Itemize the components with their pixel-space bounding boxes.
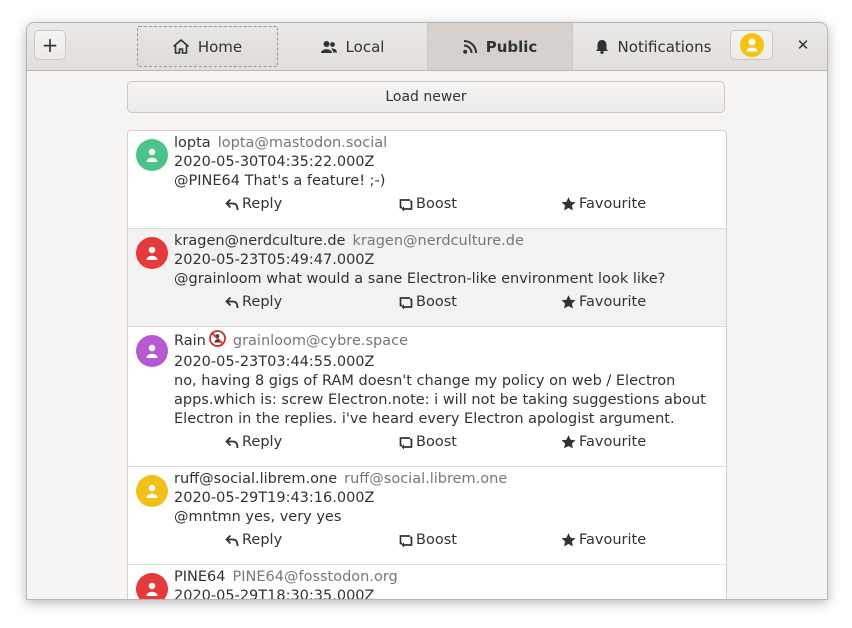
close-button[interactable]: ✕ — [787, 30, 819, 60]
load-newer-button[interactable]: Load newer — [127, 81, 725, 113]
rss-icon — [462, 39, 477, 54]
boost-button[interactable]: Boost — [399, 294, 457, 310]
boost-icon — [399, 436, 413, 449]
post-actions: Reply Boost Favourite — [174, 294, 726, 318]
post-actions: Reply Boost Favourite — [174, 196, 726, 220]
view-switcher: Home Local Public Notifications — [137, 23, 727, 70]
no-entry-emoji-icon — [208, 330, 226, 353]
reply-icon — [225, 296, 239, 308]
account-button[interactable] — [730, 30, 773, 60]
avatar[interactable] — [136, 335, 168, 367]
avatar[interactable] — [136, 475, 168, 507]
author-account[interactable]: ruff@social.librem.one — [344, 471, 507, 487]
avatar[interactable] — [136, 237, 168, 269]
post-text: @mntmn yes, very yes — [174, 509, 342, 525]
user-icon — [146, 148, 158, 162]
post-item: lopta lopta@mastodon.social 2020-05-30T04… — [128, 131, 726, 229]
tab-public-label: Public — [485, 37, 538, 56]
post-text: @PINE64 That's a feature! ;-) — [174, 173, 386, 189]
boost-label: Boost — [416, 294, 457, 310]
post-item: Rain grainloom@cybre.space 2020-05-23T03:… — [128, 327, 726, 467]
post-date: 2020-05-30T04:35:22.000Z — [174, 154, 375, 170]
user-icon — [146, 246, 158, 260]
tab-notifications-label: Notifications — [617, 37, 712, 56]
post-text: no, having 8 gigs of RAM doesn't change … — [174, 373, 706, 427]
author-account[interactable]: lopta@mastodon.social — [218, 135, 388, 151]
post-date: 2020-05-29T19:43:16.000Z — [174, 490, 375, 506]
favourite-label: Favourite — [579, 434, 647, 450]
bell-icon — [595, 39, 609, 54]
avatar[interactable] — [136, 139, 168, 171]
author-account[interactable]: grainloom@cybre.space — [233, 333, 408, 349]
reply-label: Reply — [242, 294, 283, 310]
tab-notifications[interactable]: Notifications — [573, 23, 733, 70]
star-icon — [561, 197, 576, 211]
user-icon — [146, 344, 158, 358]
user-avatar-icon — [739, 33, 764, 57]
favourite-label: Favourite — [579, 532, 647, 548]
favourite-button[interactable]: Favourite — [561, 196, 646, 212]
header-bar: + Home Local Public Notifications ✕ — [27, 23, 827, 71]
post-actions: Reply Boost Favourite — [174, 434, 726, 458]
star-icon — [561, 435, 576, 449]
post-item: PINE64 PINE64@fosstodon.org 2020-05-29T18… — [128, 565, 726, 599]
boost-button[interactable]: Boost — [399, 434, 457, 450]
author-name[interactable]: Rain — [174, 333, 206, 349]
favourite-button[interactable]: Favourite — [561, 532, 646, 548]
app-window: + Home Local Public Notifications ✕ Load… — [26, 22, 828, 600]
user-icon — [146, 582, 158, 596]
post-text: @grainloom what would a sane Electron-li… — [174, 271, 666, 287]
author-name[interactable]: kragen@nerdculture.de — [174, 233, 345, 249]
reply-label: Reply — [242, 532, 283, 548]
boost-button[interactable]: Boost — [399, 532, 457, 548]
favourite-button[interactable]: Favourite — [561, 294, 646, 310]
author-name[interactable]: PINE64 — [174, 569, 225, 585]
favourite-button[interactable]: Favourite — [561, 434, 646, 450]
reply-icon — [225, 436, 239, 448]
tab-public[interactable]: Public — [427, 23, 573, 70]
author-name[interactable]: ruff@social.librem.one — [174, 471, 337, 487]
tab-local-label: Local — [345, 37, 385, 56]
boost-label: Boost — [416, 196, 457, 212]
post-date: 2020-05-23T03:44:55.000Z — [174, 354, 375, 370]
post-list: lopta lopta@mastodon.social 2020-05-30T04… — [127, 130, 727, 599]
users-icon — [320, 40, 337, 54]
post-actions: Reply Boost Favourite — [174, 532, 726, 556]
favourite-label: Favourite — [579, 294, 647, 310]
boost-icon — [399, 296, 413, 309]
boost-icon — [399, 198, 413, 211]
tab-home-label: Home — [197, 37, 243, 56]
author-name[interactable]: lopta — [174, 135, 211, 151]
post-item: ruff@social.librem.one ruff@social.librem… — [128, 467, 726, 565]
star-icon — [561, 533, 576, 547]
home-icon — [173, 39, 189, 54]
add-button[interactable]: + — [34, 30, 66, 60]
post-date: 2020-05-23T05:49:47.000Z — [174, 252, 375, 268]
boost-button[interactable]: Boost — [399, 196, 457, 212]
boost-label: Boost — [416, 532, 457, 548]
reply-button[interactable]: Reply — [225, 294, 282, 310]
post-item: kragen@nerdculture.de kragen@nerdculture.… — [128, 229, 726, 327]
user-icon — [146, 484, 158, 498]
reply-label: Reply — [242, 196, 283, 212]
favourite-label: Favourite — [579, 196, 647, 212]
reply-button[interactable]: Reply — [225, 532, 282, 548]
author-account[interactable]: kragen@nerdculture.de — [352, 233, 523, 249]
reply-label: Reply — [242, 434, 283, 450]
reply-icon — [225, 198, 239, 210]
reply-button[interactable]: Reply — [225, 196, 282, 212]
author-account[interactable]: PINE64@fosstodon.org — [232, 569, 397, 585]
avatar[interactable] — [136, 573, 168, 599]
timeline-view: Load newer lopta lopta@mastodon.social 20… — [27, 71, 827, 599]
tab-local[interactable]: Local — [278, 23, 427, 70]
reply-icon — [225, 534, 239, 546]
boost-icon — [399, 534, 413, 547]
star-icon — [561, 295, 576, 309]
boost-label: Boost — [416, 434, 457, 450]
reply-button[interactable]: Reply — [225, 434, 282, 450]
post-date: 2020-05-29T18:30:35.000Z — [174, 588, 375, 599]
tab-home[interactable]: Home — [137, 26, 278, 67]
